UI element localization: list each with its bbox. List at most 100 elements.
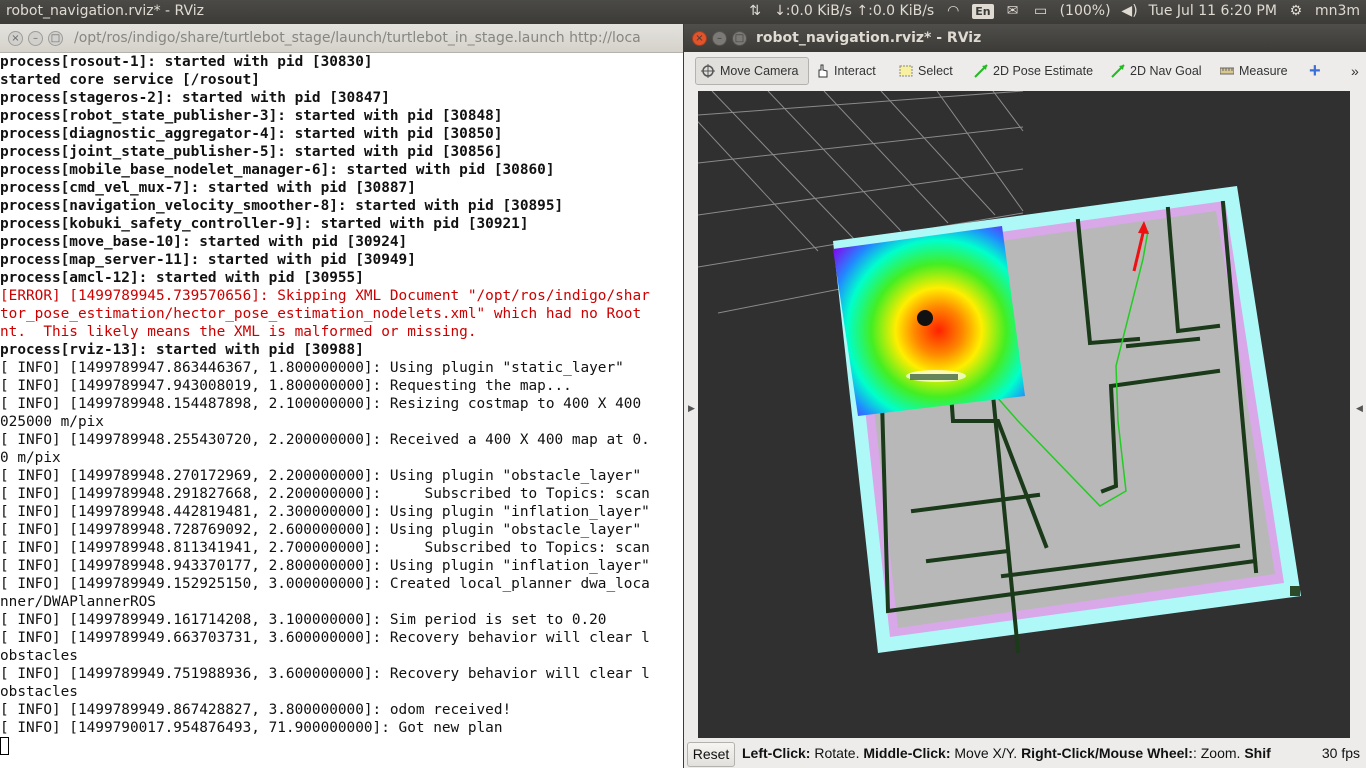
close-icon[interactable]: × bbox=[692, 31, 707, 46]
help-move: Move X/Y. bbox=[950, 745, 1022, 761]
wifi-icon[interactable]: ◠ bbox=[944, 3, 962, 19]
terminal-line: process[stageros-2]: started with pid [3… bbox=[0, 90, 390, 106]
terminal-titlebar[interactable]: × – □ /opt/ros/indigo/share/turtlebot_st… bbox=[0, 24, 683, 53]
terminal-line: process[map_server-11]: started with pid… bbox=[0, 252, 416, 268]
terminal-output[interactable]: process[rosout-1]: started with pid [308… bbox=[0, 53, 680, 768]
measure-label: Measure bbox=[1239, 64, 1288, 78]
chevron-right-icon: » bbox=[1351, 63, 1359, 79]
terminal-line: [ INFO] [1499789947.863446367, 1.8000000… bbox=[0, 360, 624, 376]
right-panel-toggle-icon[interactable]: ◀ bbox=[1356, 404, 1363, 414]
interact-label: Interact bbox=[834, 64, 876, 78]
toolbar-overflow-button[interactable]: » bbox=[1346, 57, 1364, 85]
terminal-line: [ INFO] [1499789948.811341941, 2.7000000… bbox=[0, 540, 650, 556]
map-visualization bbox=[698, 91, 1301, 654]
ruler-icon bbox=[1219, 64, 1235, 78]
terminal-line: process[mobile_base_nodelet_manager-6]: … bbox=[0, 162, 555, 178]
volume-icon[interactable]: ◀) bbox=[1121, 3, 1139, 19]
terminal-cursor[interactable] bbox=[0, 737, 9, 755]
rviz-titlebar[interactable]: × – □ robot_navigation.rviz* - RViz bbox=[684, 24, 1366, 52]
move-camera-icon bbox=[701, 64, 715, 78]
rviz-title: robot_navigation.rviz* - RViz bbox=[756, 30, 982, 46]
terminal-line: [ INFO] [1499789948.442819481, 2.3000000… bbox=[0, 504, 650, 520]
terminal-line: [ERROR] [1499789945.739570656]: Skipping… bbox=[0, 288, 650, 304]
help-left-click: Left-Click: bbox=[742, 745, 811, 761]
terminal-line: process[joint_state_publisher-5]: starte… bbox=[0, 144, 503, 160]
terminal-line: obstacles bbox=[0, 648, 78, 664]
terminal-line: process[rosout-1]: started with pid [308… bbox=[0, 54, 373, 70]
active-window-title: robot_navigation.rviz* - RViz bbox=[6, 3, 205, 19]
terminal-line: process[kobuki_safety_controller-9]: sta… bbox=[0, 216, 529, 232]
terminal-line: [ INFO] [1499789948.255430720, 2.2000000… bbox=[0, 432, 650, 448]
green-arrow-icon bbox=[1111, 64, 1125, 78]
terminal-line: [ INFO] [1499789948.291827668, 2.2000000… bbox=[0, 486, 650, 502]
rviz-window: × – □ robot_navigation.rviz* - RViz Move… bbox=[684, 24, 1366, 768]
clock[interactable]: Tue Jul 11 6:20 PM bbox=[1149, 3, 1277, 19]
battery-percent[interactable]: (100%) bbox=[1060, 3, 1111, 19]
pose-estimate-tool[interactable]: 2D Pose Estimate bbox=[969, 57, 1098, 85]
terminal-line: nt. This likely means the XML is malform… bbox=[0, 324, 477, 340]
help-rotate: Rotate. bbox=[810, 745, 864, 761]
terminal-line: nner/DWAPlannerROS bbox=[0, 594, 156, 610]
terminal-line: process[cmd_vel_mux-7]: started with pid… bbox=[0, 180, 416, 196]
terminal-line: process[rviz-13]: started with pid [3098… bbox=[0, 342, 364, 358]
minimize-icon[interactable]: – bbox=[28, 31, 43, 46]
plus-icon: + bbox=[1309, 59, 1321, 82]
terminal-line: process[diagnostic_aggregator-4]: starte… bbox=[0, 126, 503, 142]
status-bar: Reset Left-Click: Rotate. Middle-Click: … bbox=[684, 740, 1366, 768]
network-speed[interactable]: ↓:0.0 KiB/s ↑:0.0 KiB/s bbox=[774, 3, 934, 19]
reset-button[interactable]: Reset bbox=[687, 742, 735, 767]
terminal-line: [ INFO] [1499789947.943008019, 1.8000000… bbox=[0, 378, 572, 394]
terminal-window: × – □ /opt/ros/indigo/share/turtlebot_st… bbox=[0, 24, 683, 768]
system-tray: ⇅ ↓:0.0 KiB/s ↑:0.0 KiB/s ◠ En ✉ ▭ (100%… bbox=[746, 3, 1360, 19]
select-tool[interactable]: Select bbox=[894, 57, 958, 85]
fps-counter: 30 fps bbox=[1321, 745, 1360, 761]
interact-tool[interactable]: Interact bbox=[810, 57, 881, 85]
3d-render-view[interactable] bbox=[698, 91, 1350, 738]
terminal-line: [ INFO] [1499789949.663703731, 3.6000000… bbox=[0, 630, 650, 646]
help-shift: Shif bbox=[1244, 745, 1271, 761]
green-arrow-icon bbox=[974, 64, 988, 78]
nav-goal-label: 2D Nav Goal bbox=[1130, 64, 1202, 78]
select-box-icon bbox=[899, 64, 913, 78]
measure-tool[interactable]: Measure bbox=[1215, 57, 1293, 85]
mouse-help-text: Left-Click: Rotate. Middle-Click: Move X… bbox=[742, 745, 1292, 761]
mail-icon[interactable]: ✉ bbox=[1004, 3, 1022, 19]
help-middle-click: Middle-Click: bbox=[863, 745, 951, 761]
terminal-line: [ INFO] [1499789949.751988936, 3.6000000… bbox=[0, 666, 650, 682]
terminal-line: process[robot_state_publisher-3]: starte… bbox=[0, 108, 503, 124]
terminal-line: [ INFO] [1499790017.954876493, 71.900000… bbox=[0, 720, 503, 736]
terminal-line: obstacles bbox=[0, 684, 78, 700]
terminal-title: /opt/ros/indigo/share/turtlebot_stage/la… bbox=[74, 30, 641, 46]
pose-estimate-label: 2D Pose Estimate bbox=[993, 64, 1094, 78]
terminal-cursor-line bbox=[0, 737, 680, 755]
terminal-line: [ INFO] [1499789949.867428827, 3.8000000… bbox=[0, 702, 512, 718]
gear-icon[interactable]: ⚙ bbox=[1287, 3, 1305, 19]
maximize-icon[interactable]: □ bbox=[48, 31, 63, 46]
terminal-line: process[amcl-12]: started with pid [3095… bbox=[0, 270, 364, 286]
terminal-line: tor_pose_estimation/hector_pose_estimati… bbox=[0, 306, 642, 322]
transfer-icon[interactable]: ⇅ bbox=[746, 3, 764, 19]
terminal-line: [ INFO] [1499789948.728769092, 2.6000000… bbox=[0, 522, 642, 538]
maximize-icon[interactable]: □ bbox=[732, 31, 747, 46]
terminal-line: [ INFO] [1499789949.152925150, 3.0000000… bbox=[0, 576, 650, 592]
terminal-line: [ INFO] [1499789948.943370177, 2.8000000… bbox=[0, 558, 650, 574]
add-tool-button[interactable]: + bbox=[1304, 57, 1326, 85]
keyboard-layout[interactable]: En bbox=[972, 3, 994, 19]
select-label: Select bbox=[918, 64, 953, 78]
help-right-click: Right-Click/Mouse Wheel: bbox=[1021, 745, 1193, 761]
terminal-line: [ INFO] [1499789949.161714208, 3.1000000… bbox=[0, 612, 607, 628]
close-icon[interactable]: × bbox=[8, 31, 23, 46]
move-camera-label: Move Camera bbox=[720, 64, 799, 78]
username[interactable]: mn3m bbox=[1315, 3, 1360, 19]
battery-icon[interactable]: ▭ bbox=[1032, 3, 1050, 19]
nav-goal-tool[interactable]: 2D Nav Goal bbox=[1106, 57, 1207, 85]
terminal-line: started core service [/rosout] bbox=[0, 72, 260, 88]
tools-toolbar: Move Camera Interact Select 2D Pose Esti… bbox=[684, 52, 1366, 90]
terminal-line: process[move_base-10]: started with pid … bbox=[0, 234, 408, 250]
terminal-line: [ INFO] [1499789948.270172969, 2.2000000… bbox=[0, 468, 642, 484]
robot-marker bbox=[917, 310, 933, 326]
left-panel-toggle-icon[interactable]: ▶ bbox=[688, 404, 695, 414]
minimize-icon[interactable]: – bbox=[712, 31, 727, 46]
terminal-line: 025000 m/pix bbox=[0, 414, 104, 430]
move-camera-tool[interactable]: Move Camera bbox=[695, 57, 809, 85]
